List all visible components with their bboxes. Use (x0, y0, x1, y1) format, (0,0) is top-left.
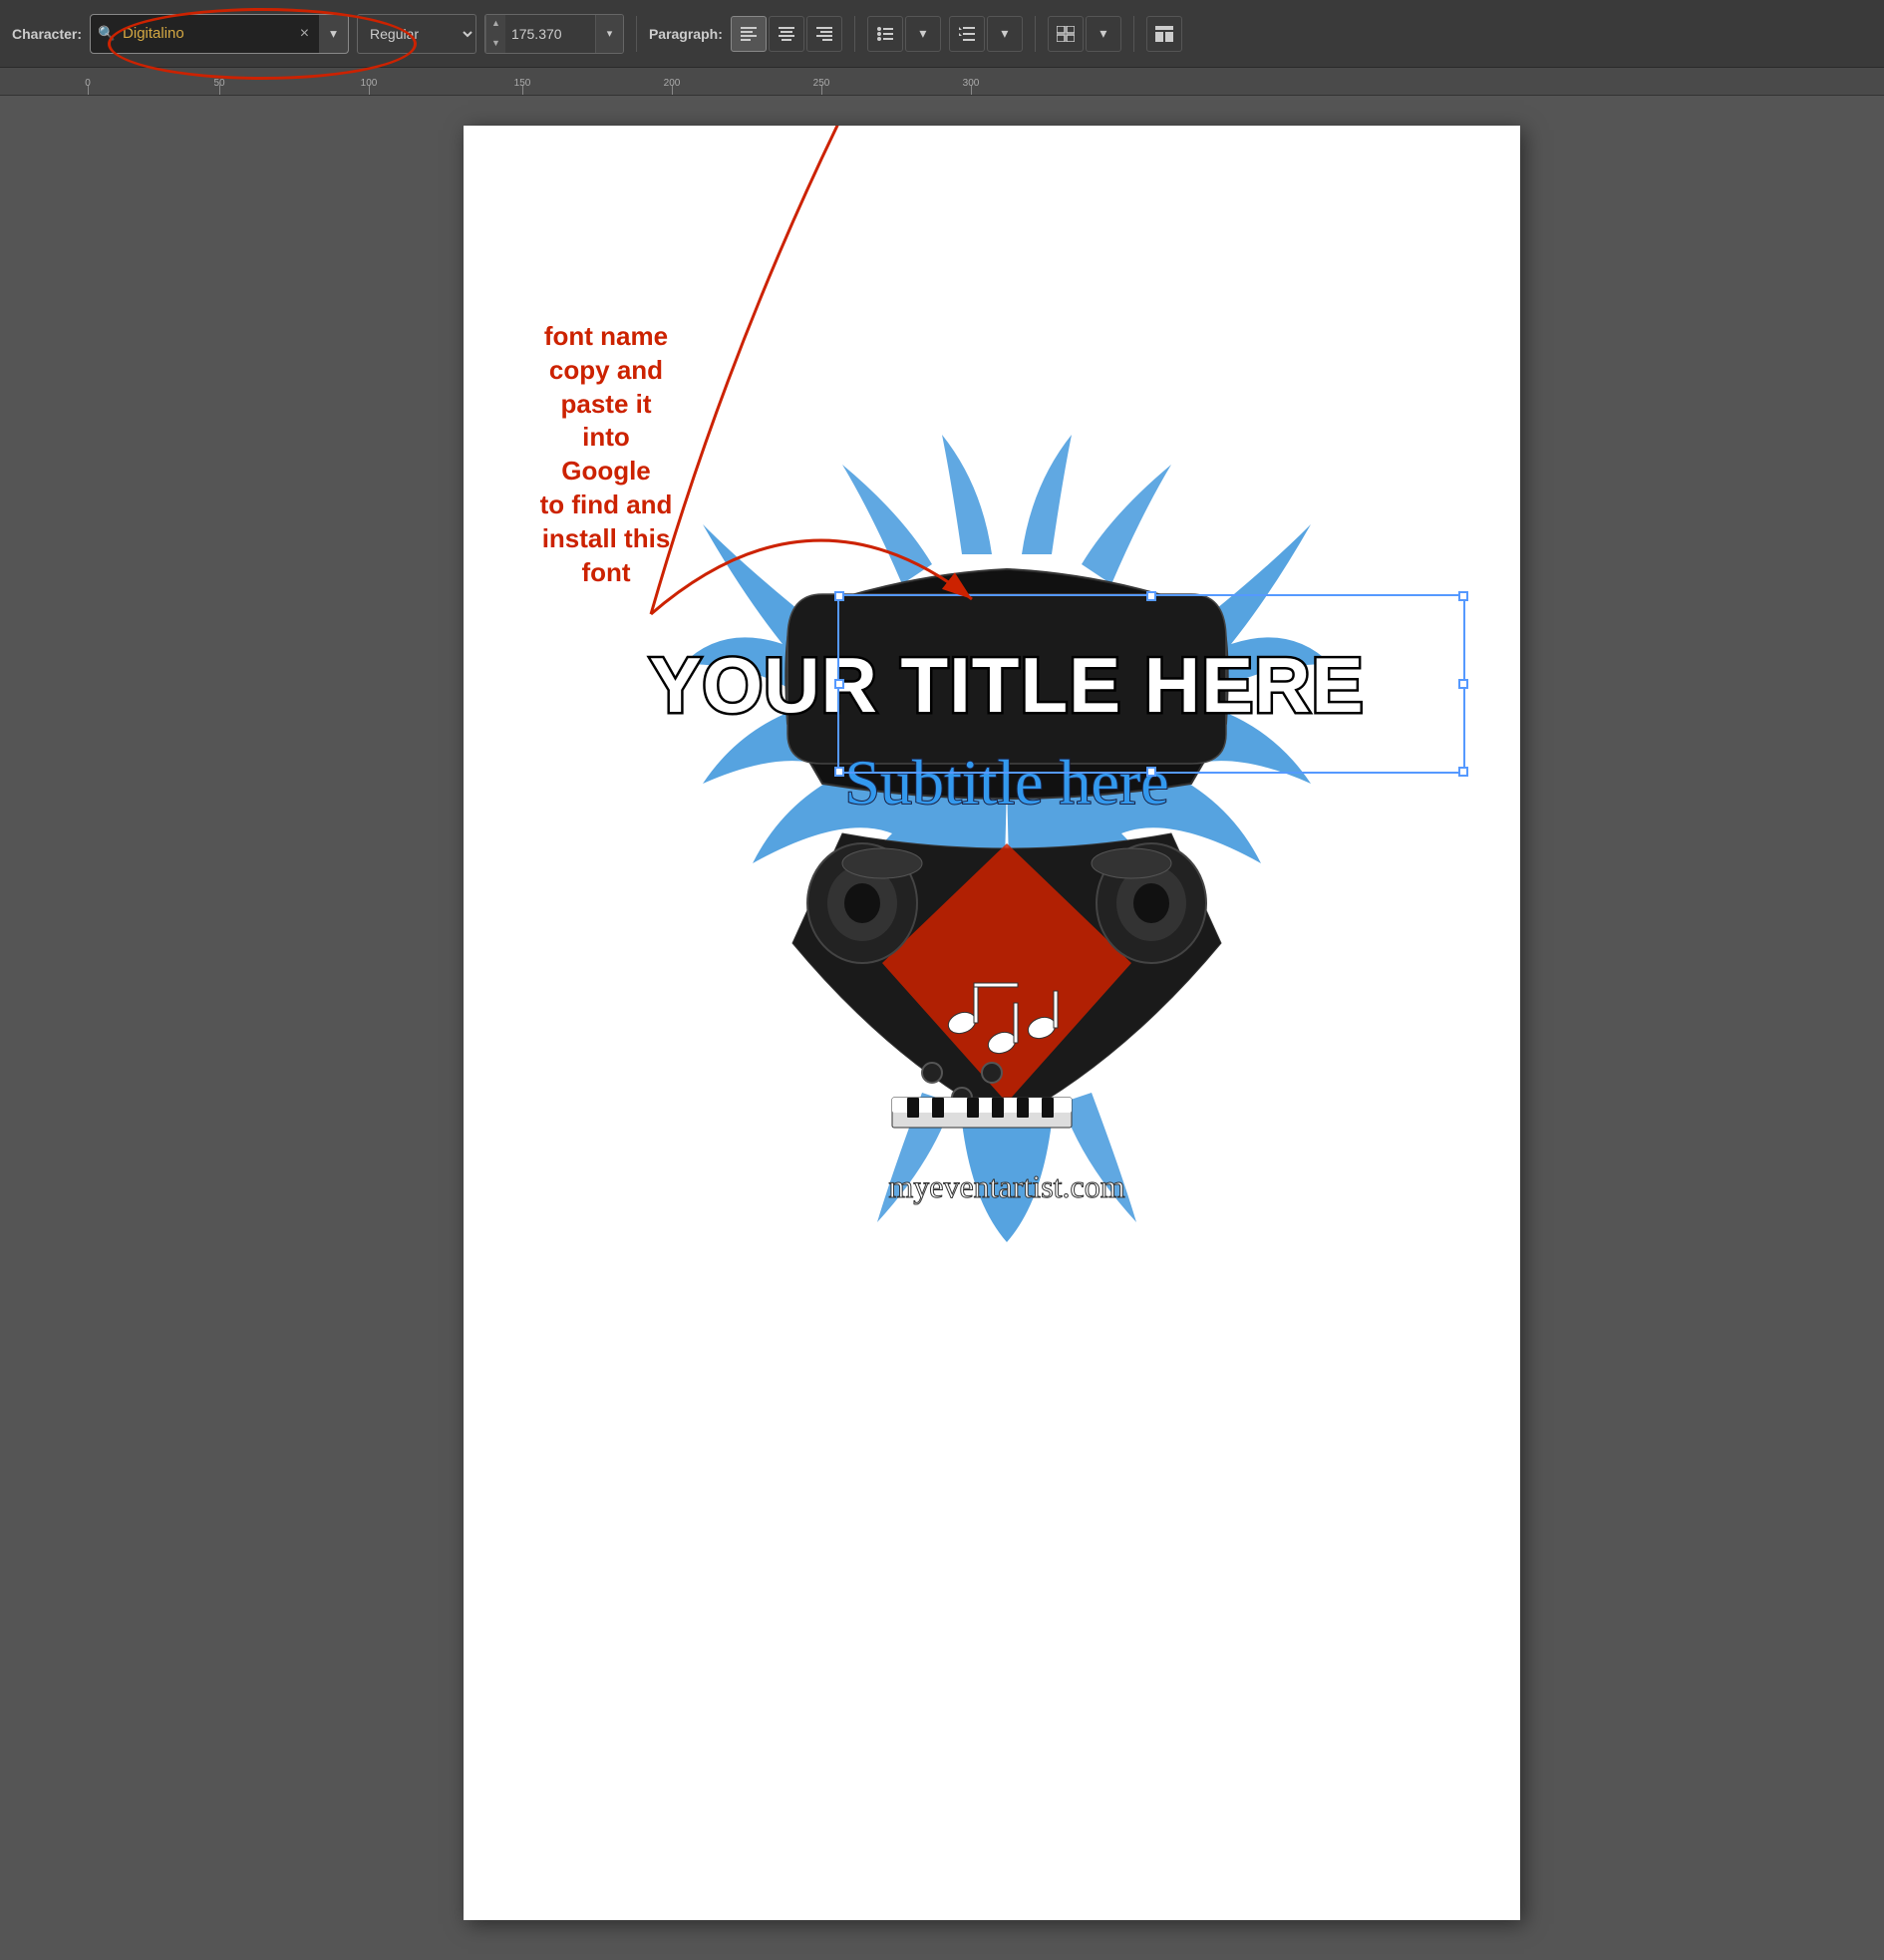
font-size-container: ▲ ▼ ▾ (484, 14, 624, 54)
align-left-button[interactable] (731, 16, 767, 52)
ruler-label-200: 200 (664, 78, 681, 89)
align-right-icon (816, 27, 832, 41)
line-spacing-dropdown-button[interactable]: ▾ (987, 16, 1023, 52)
list-group: ▾ (867, 16, 941, 52)
panel-icon (1057, 26, 1075, 42)
clear-font-button[interactable]: × (296, 23, 313, 45)
speaker-left-cone (844, 883, 880, 923)
ruler-label-100: 100 (361, 78, 378, 89)
font-dropdown-button[interactable]: ▾ (319, 14, 349, 54)
ruler-label-0: 0 (85, 78, 91, 89)
size-down-button[interactable]: ▼ (486, 34, 505, 54)
ruler-marks: 0 50 100 150 200 250 300 (0, 68, 1884, 95)
font-style-select[interactable]: Regular (357, 14, 476, 54)
panel-dropdown-button[interactable]: ▾ (1086, 16, 1121, 52)
design-svg: YOUR TITLE HERE Subtitle here (623, 345, 1391, 1242)
separator-2 (854, 16, 855, 52)
turntable-right (1092, 848, 1171, 878)
align-center-button[interactable] (769, 16, 804, 52)
canvas-area: font name copy and paste it into Google … (0, 96, 1884, 1960)
separator-4 (1133, 16, 1134, 52)
align-left-icon (741, 27, 757, 41)
font-size-input[interactable] (505, 14, 595, 54)
handle-bottom-right[interactable] (1458, 767, 1468, 777)
design-url-text: myeventartist.com (888, 1168, 1124, 1204)
size-spinners: ▲ ▼ (485, 14, 505, 54)
toolbar: Character: 🔍 × ▾ Regular ▲ ▼ ▾ Paragraph… (0, 0, 1884, 68)
design-title-text: YOUR TITLE HERE (649, 641, 1364, 729)
page: font name copy and paste it into Google … (464, 126, 1520, 1920)
speaker-right-cone (1133, 883, 1169, 923)
turntable-left (842, 848, 922, 878)
character-label: Character: (12, 26, 82, 42)
dot-3 (982, 1063, 1002, 1083)
bullet-list-icon (877, 27, 893, 41)
design-container[interactable]: YOUR TITLE HERE Subtitle here (623, 345, 1391, 1242)
layout-panel-button[interactable] (1146, 16, 1182, 52)
ruler-label-250: 250 (813, 78, 830, 89)
bullet-list-button[interactable] (867, 16, 903, 52)
font-search-container: 🔍 × ▾ (90, 14, 349, 54)
separator-3 (1035, 16, 1036, 52)
line-spacing-group: ▾ (949, 16, 1023, 52)
ruler: 0 50 100 150 200 250 300 (0, 68, 1884, 96)
layout-icon (1155, 26, 1173, 42)
ruler-label-300: 300 (963, 78, 980, 89)
size-dropdown-button[interactable]: ▾ (595, 14, 623, 54)
alignment-group (731, 16, 842, 52)
ruler-label-50: 50 (213, 78, 224, 89)
handle-middle-right[interactable] (1458, 679, 1468, 689)
size-up-button[interactable]: ▲ (486, 14, 505, 34)
keyboard-decoration (892, 1098, 1072, 1128)
paragraph-label: Paragraph: (649, 26, 723, 42)
line-spacing-icon (959, 27, 975, 41)
design-subtitle-text: Subtitle here (844, 747, 1168, 817)
handle-top-right[interactable] (1458, 591, 1468, 601)
align-center-icon (779, 27, 794, 41)
panel-group: ▾ (1048, 16, 1121, 52)
bullet-dropdown-button[interactable]: ▾ (905, 16, 941, 52)
align-right-button[interactable] (806, 16, 842, 52)
line-spacing-button[interactable] (949, 16, 985, 52)
dot-1 (922, 1063, 942, 1083)
panel-button[interactable] (1048, 16, 1084, 52)
separator-1 (636, 16, 637, 52)
ruler-label-150: 150 (514, 78, 531, 89)
